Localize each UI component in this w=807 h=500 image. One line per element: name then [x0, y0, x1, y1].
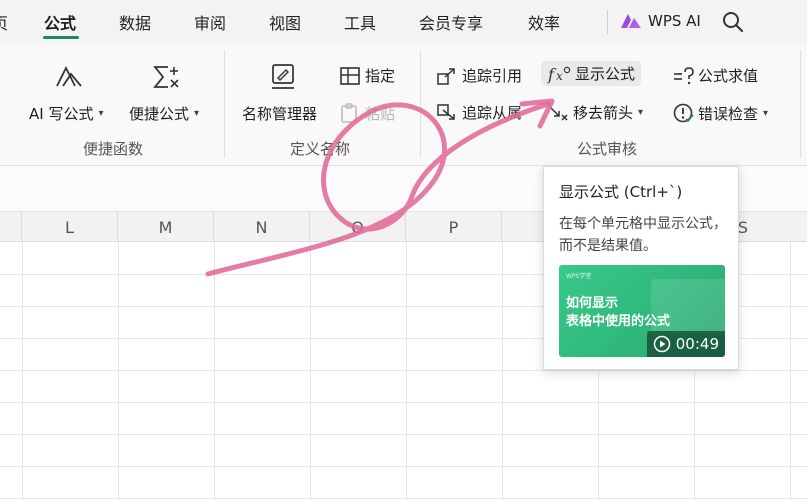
grid-line — [214, 242, 215, 500]
fx-icon: f x — [547, 65, 571, 84]
grid-line — [310, 242, 311, 500]
grid-line — [22, 242, 23, 500]
error-check-button[interactable]: 错误检查 ▾ — [672, 102, 768, 124]
error-check-icon — [673, 103, 694, 123]
column-header-partial[interactable] — [0, 212, 22, 242]
tab-efficiency[interactable]: 效率 — [528, 10, 560, 34]
grid-line — [0, 498, 807, 499]
menu-bar: 页 公式 数据 审阅 视图 工具 会员专享 效率 WPS AI — [0, 0, 807, 44]
trace-dependents-icon — [437, 103, 455, 120]
grid-line — [790, 242, 791, 500]
video-title-line-1: 如何显示 — [566, 296, 619, 311]
trace-precedents-button[interactable]: 追踪引用 — [436, 65, 522, 86]
quick-formula-label: 便捷公式 — [129, 105, 190, 123]
tab-tools[interactable]: 工具 — [344, 10, 376, 34]
sigma-icon[interactable] — [152, 64, 184, 92]
evaluate-formula-label: 公式求值 — [698, 67, 759, 85]
column-header-o[interactable]: O — [310, 212, 406, 242]
grid-specify-icon — [340, 66, 360, 85]
specify-button[interactable]: 指定 — [339, 65, 395, 86]
chevron-down-icon: ▾ — [98, 108, 104, 119]
grid-line — [118, 242, 119, 500]
trace-precedents-icon — [437, 67, 455, 85]
video-duration: 00:49 — [675, 335, 719, 353]
grid-line — [0, 402, 807, 403]
column-header-n[interactable]: N — [214, 212, 310, 242]
show-formulas-tooltip: 显示公式 (Ctrl+`) 在每个单元格中显示公式，而不是结果值。 WPS学堂 … — [543, 166, 739, 370]
group-divider — [224, 50, 225, 158]
group-label-defined-names: 定义名称 — [290, 140, 351, 158]
group-divider — [800, 50, 801, 158]
play-icon[interactable] — [653, 335, 671, 353]
tooltip-description: 在每个单元格中显示公式，而不是结果值。 — [559, 216, 727, 254]
remove-arrows-label: 移去箭头 — [573, 104, 634, 122]
evaluate-formula-button[interactable]: 公式求值 — [672, 65, 758, 86]
quick-formula-button[interactable]: 便捷公式 ▾ — [129, 103, 199, 124]
error-check-label: 错误检查 — [698, 104, 759, 123]
active-tab-indicator — [43, 36, 79, 39]
grid-line — [0, 370, 807, 371]
tab-view[interactable]: 视图 — [269, 10, 301, 34]
evaluate-formula-icon — [674, 66, 694, 84]
chevron-down-icon: ▾ — [763, 107, 769, 119]
show-formulas-label: 显示公式 — [575, 65, 636, 83]
paste-label: 粘贴 — [365, 104, 396, 123]
ai-formula-icon[interactable] — [54, 64, 84, 90]
wps-ai-label: WPS AI — [648, 12, 701, 30]
chevron-down-icon: ▾ — [194, 108, 200, 119]
tutorial-video-thumbnail[interactable]: WPS学堂 如何显示 表格中使用的公式 00:49 — [559, 265, 725, 357]
ai-formula-button[interactable]: AI 写公式 ▾ — [29, 103, 104, 124]
wps-ai-button[interactable]: WPS AI — [620, 9, 701, 33]
video-duration-badge: 00:49 — [646, 331, 725, 357]
tab-data[interactable]: 数据 — [119, 10, 151, 34]
trace-dependents-button[interactable]: 追踪从属 — [436, 102, 522, 123]
group-divider — [420, 50, 421, 158]
group-label-formula-audit: 公式审核 — [577, 140, 638, 158]
tab-partial-left[interactable]: 页 — [0, 10, 8, 34]
ai-formula-label: AI 写公式 — [29, 105, 94, 123]
video-title-line-2: 表格中使用的公式 — [566, 314, 671, 329]
tab-formulas[interactable]: 公式 — [44, 10, 76, 34]
chevron-down-icon: ▾ — [638, 107, 644, 118]
remove-arrows-icon — [549, 105, 568, 121]
paste-icon — [341, 103, 357, 123]
specify-label: 指定 — [365, 67, 396, 85]
grid-line — [0, 466, 807, 467]
grid-line — [406, 242, 407, 500]
grid-line — [502, 242, 503, 500]
paste-names-button[interactable]: 粘贴 — [339, 102, 395, 124]
ribbon: AI 写公式 ▾ 便捷公式 ▾ 便捷函数 名称管理器 指定 粘贴 定义名称 追踪… — [0, 44, 807, 166]
tab-review[interactable]: 审阅 — [194, 10, 226, 34]
tab-member[interactable]: 会员专享 — [419, 10, 483, 34]
video-brand: WPS学堂 — [566, 273, 592, 280]
name-manager-icon[interactable] — [268, 62, 298, 92]
remove-arrows-button[interactable]: 移去箭头 ▾ — [547, 102, 643, 123]
wps-ai-logo-icon — [621, 14, 641, 28]
column-header-p[interactable]: P — [406, 212, 502, 242]
menu-divider — [607, 10, 608, 34]
trace-precedents-label: 追踪引用 — [462, 67, 523, 85]
name-manager-label: 名称管理器 — [242, 105, 318, 123]
group-label-shortcut-functions: 便捷函数 — [83, 140, 144, 158]
grid-line — [0, 434, 807, 435]
search-icon[interactable] — [720, 9, 746, 35]
name-manager-button[interactable]: 名称管理器 — [242, 103, 317, 124]
trace-dependents-label: 追踪从属 — [462, 104, 523, 122]
svg-text:x: x — [556, 69, 563, 83]
video-title: 如何显示 表格中使用的公式 — [566, 295, 670, 331]
tooltip-title: 显示公式 (Ctrl+`) — [559, 183, 683, 201]
column-header-l[interactable]: L — [22, 212, 118, 242]
show-formulas-button[interactable]: f x 显示公式 — [541, 61, 642, 86]
column-header-m[interactable]: M — [118, 212, 214, 242]
